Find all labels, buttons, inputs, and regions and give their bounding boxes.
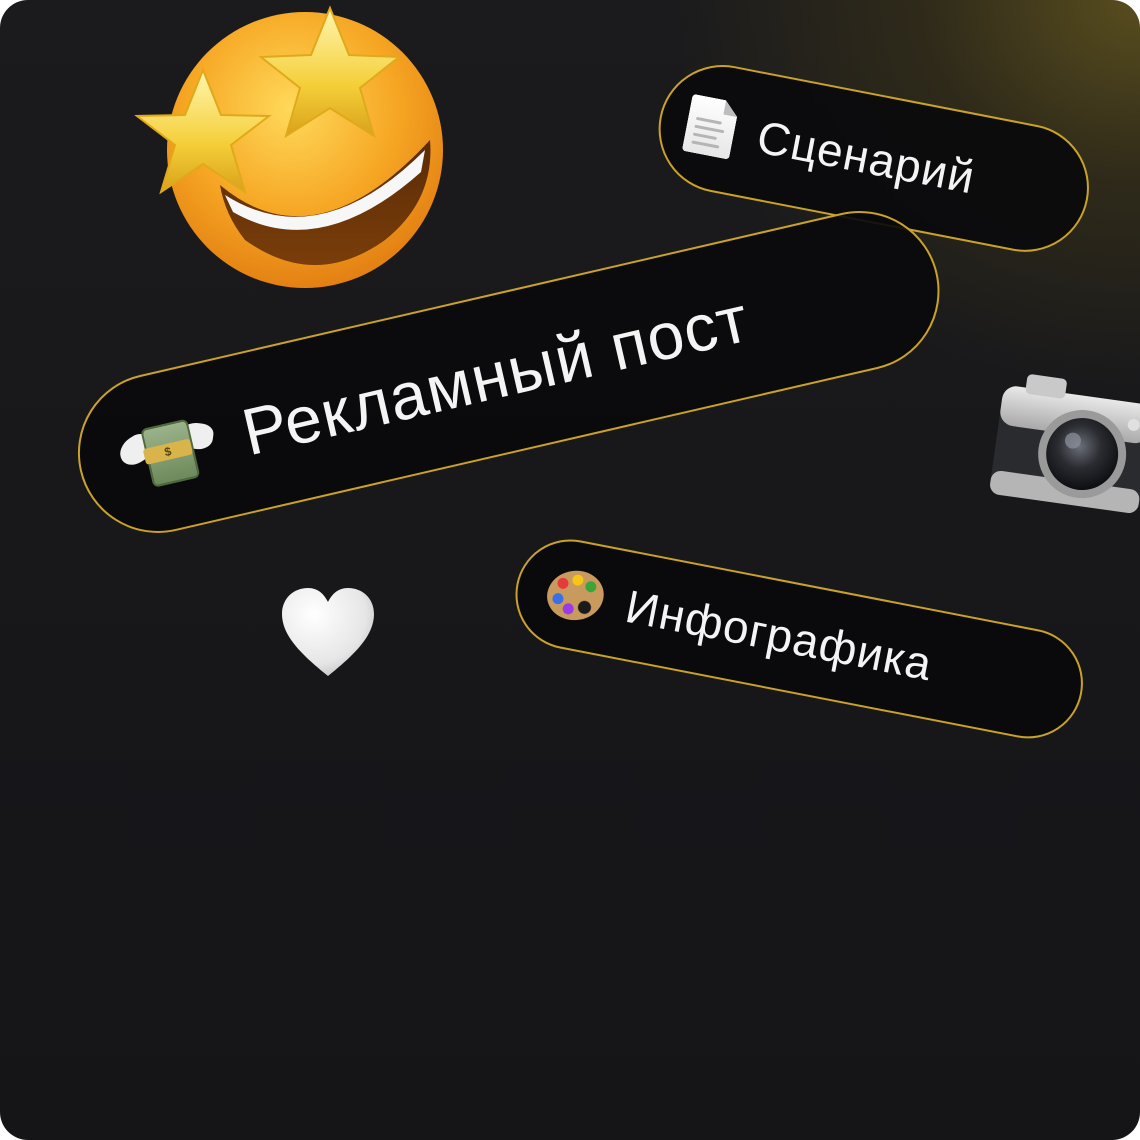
artist-palette-icon — [543, 565, 608, 626]
page-icon — [682, 94, 740, 160]
camera-icon — [990, 374, 1140, 514]
promo-card: Сценарий $ Рекламный пост Инфографика — [0, 0, 1140, 1140]
tag-ad-post-label: Рекламный пост — [235, 280, 756, 470]
white-heart-icon — [282, 588, 374, 676]
tag-scenario-label: Сценарий — [752, 110, 980, 204]
tag-infographic: Инфографика — [506, 530, 1093, 748]
money-with-wings-icon: $ — [113, 406, 222, 496]
tag-infographic-label: Инфографика — [621, 579, 937, 691]
star-struck-emoji-icon — [134, 5, 443, 288]
